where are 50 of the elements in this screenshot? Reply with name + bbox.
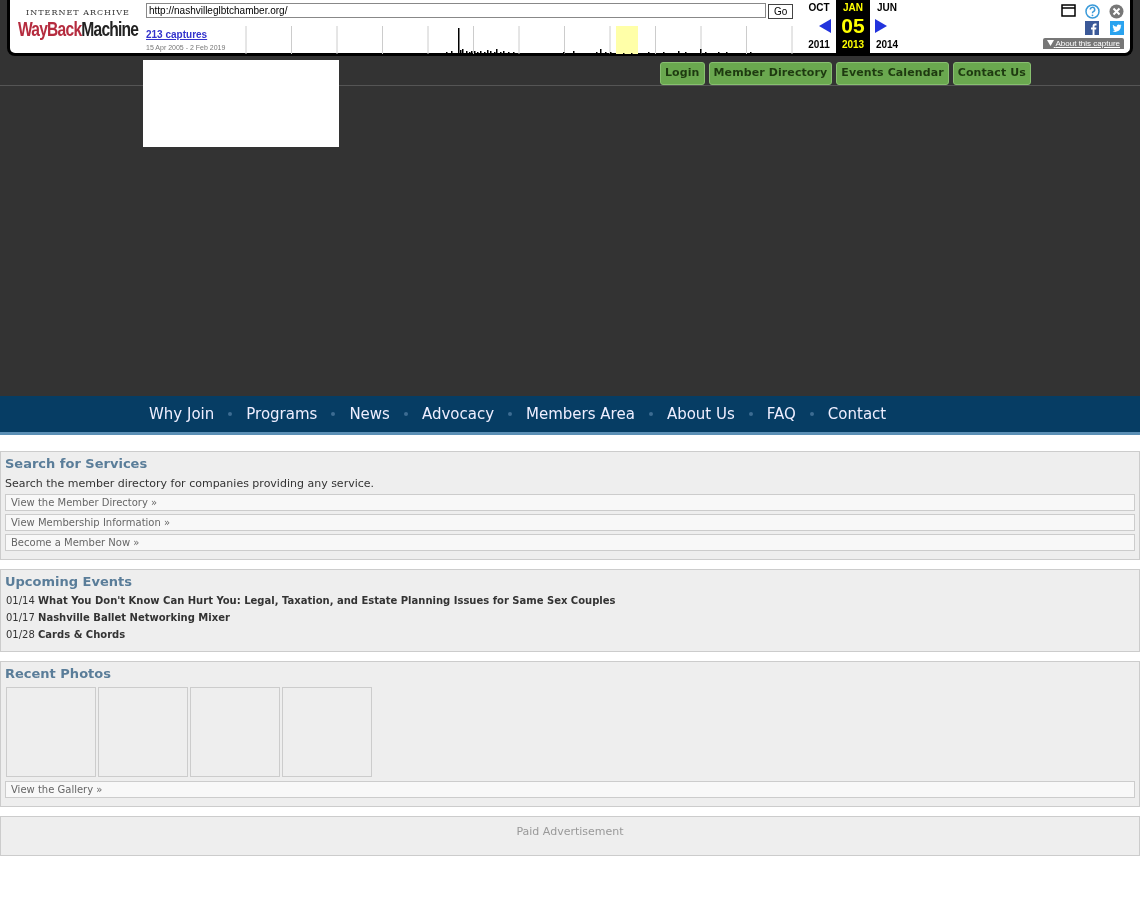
url-field[interactable]: http://nashvilleglbtchamber.org/ (146, 3, 766, 18)
panel-link[interactable]: Become a Member Now » (5, 534, 1135, 551)
nav-link[interactable]: FAQ (766, 405, 796, 423)
panel-link[interactable]: View the Gallery » (5, 781, 1135, 798)
panel-link[interactable]: View Membership Information » (5, 514, 1135, 531)
month-label: JAN (843, 2, 863, 13)
header-link[interactable]: Login (660, 62, 705, 85)
caret-icon (1046, 40, 1054, 46)
nav-link[interactable]: Programs (246, 405, 318, 423)
month-label: OCT (808, 2, 830, 13)
captures-link[interactable]: 213 captures (146, 29, 208, 40)
nav-link[interactable]: Contact (827, 405, 887, 423)
facebook-icon[interactable] (1085, 21, 1099, 35)
panel-text: Search the member directory for companies providing any service. (5, 477, 376, 490)
about-capture-link[interactable]: About this capture (1042, 38, 1124, 49)
go-button[interactable]: Go (768, 4, 794, 19)
nav-link[interactable]: News (349, 405, 390, 423)
year-label: 2011 (808, 39, 830, 50)
help-icon[interactable] (1085, 4, 1100, 19)
year-label: 2014 (875, 39, 899, 50)
next-arrow-icon[interactable] (875, 19, 887, 33)
nav-link[interactable]: Members Area (526, 405, 635, 423)
calendar-column[interactable]: OCT 2011 (802, 0, 836, 53)
panel-title: Recent Photos (5, 666, 112, 681)
previous-arrow-icon[interactable] (819, 19, 831, 33)
nav-link[interactable]: About Us (666, 405, 735, 423)
close-icon[interactable] (1109, 4, 1124, 19)
header-link[interactable]: Contact Us (952, 62, 1031, 85)
wayback-logo[interactable]: INTERNET ARCHIVE WayBackMachine (10, 0, 146, 53)
header-link[interactable]: Member Directory (708, 62, 833, 85)
year-label: 2013 (841, 39, 865, 50)
window-icon[interactable] (1061, 4, 1076, 17)
event-link[interactable]: What You Don't Know Can Hurt You: Legal, Taxation, and Estate Planning Issues for Same Sex Couples (38, 595, 616, 606)
month-label: JUN (877, 2, 897, 13)
event-date: 01/28 (6, 629, 35, 640)
panel-title: Search for Services (5, 456, 149, 471)
event-date: 01/17 (6, 612, 35, 623)
ad-label: Paid Advertisement (515, 824, 625, 840)
calendar-column[interactable]: JUN 2014 (870, 0, 904, 53)
day-label: 05 (841, 15, 865, 37)
twitter-icon[interactable] (1110, 21, 1124, 35)
event-link[interactable]: Nashville Ballet Networking Mixer (38, 612, 230, 623)
panel-title: Upcoming Events (5, 574, 133, 589)
nav-link[interactable]: Advocacy (421, 405, 495, 423)
event-date: 01/14 (6, 595, 35, 606)
header-link[interactable]: Events Calendar (836, 62, 949, 85)
panel-link[interactable]: View the Member Directory » (5, 494, 1135, 511)
nav-link[interactable]: Why Join (149, 405, 215, 423)
calendar-column[interactable]: JAN 05 2013 (836, 0, 870, 53)
event-link[interactable]: Cards & Chords (38, 629, 126, 640)
